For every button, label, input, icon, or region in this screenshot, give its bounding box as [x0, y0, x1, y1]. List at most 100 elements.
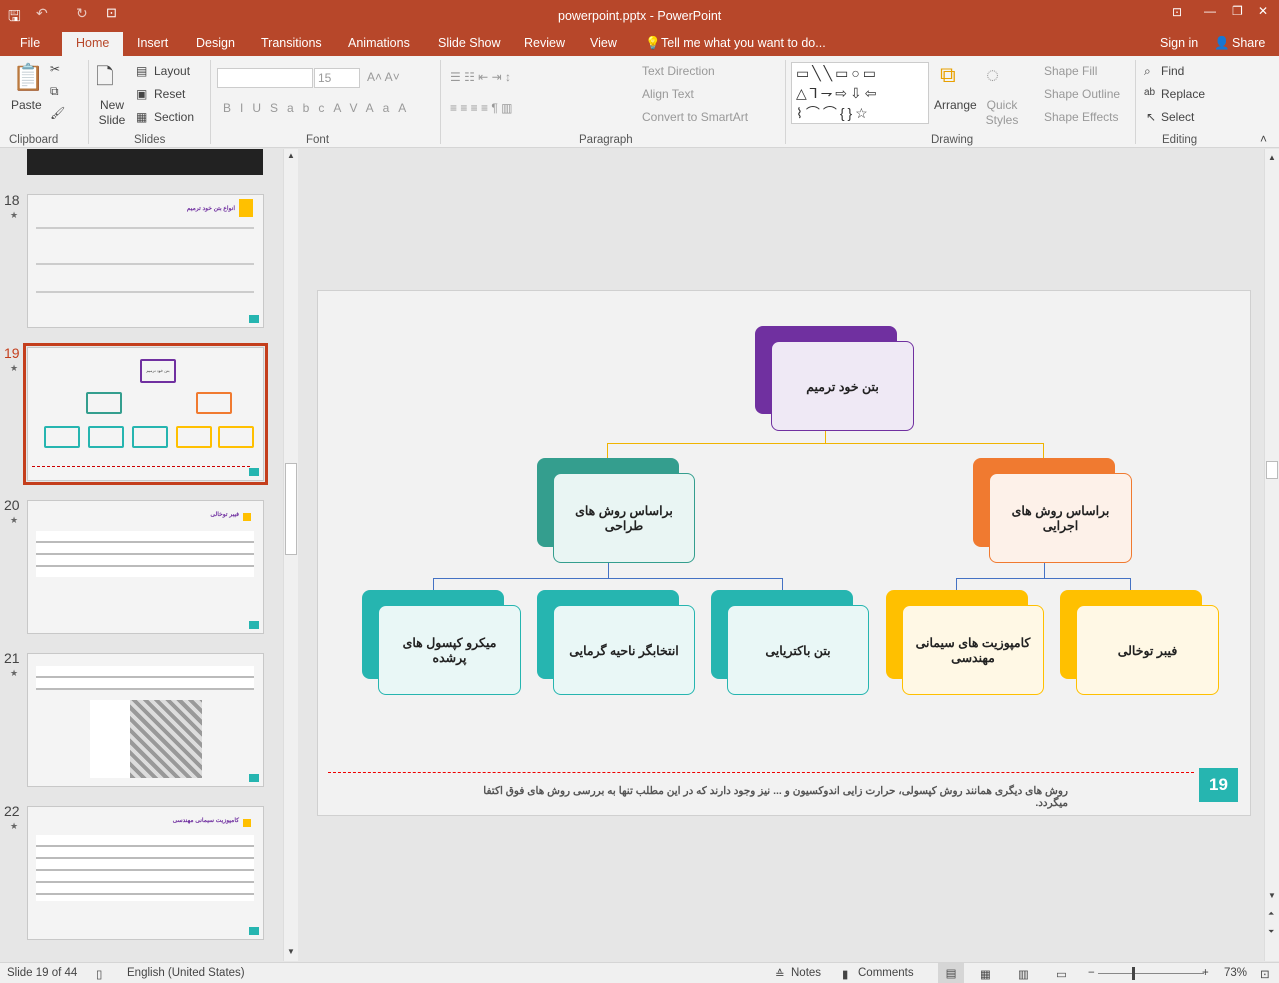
node-thermal-selector[interactable]: انتخابگر ناحیه گرمایی	[553, 605, 695, 695]
slide-canvas[interactable]: بتن خود ترمیم براساس روش های طراحی براسا…	[317, 290, 1251, 816]
collapse-ribbon-icon[interactable]: ˄	[1260, 132, 1267, 146]
node-execution-methods[interactable]: براساس روش های اجرایی	[989, 473, 1132, 563]
copy-icon[interactable]: ⧉	[50, 84, 59, 99]
paste-icon[interactable]: 📋	[12, 62, 44, 93]
slide-scrollbar[interactable]: ▲ ▼ ⏶ ⏷	[1264, 149, 1279, 961]
save-icon[interactable]: 🖫	[8, 6, 21, 31]
ribbon-display-icon[interactable]: ⊡	[1172, 5, 1182, 19]
previous-slide-icon[interactable]: ⏶	[1268, 909, 1274, 919]
shape-effects-button[interactable]: Shape Effects	[1044, 110, 1119, 124]
tab-animations[interactable]: Animations	[348, 36, 410, 50]
replace-button[interactable]: Replace	[1161, 87, 1205, 101]
shape-outline-button[interactable]: Shape Outline	[1044, 87, 1120, 101]
node-microcapsules[interactable]: میکرو کپسول های پرشده	[378, 605, 521, 695]
node-bacterial-concrete[interactable]: بتن باکتریایی	[727, 605, 869, 695]
lightbulb-icon: 💡	[645, 36, 661, 50]
scroll-thumb[interactable]	[1266, 461, 1278, 479]
tab-slideshow[interactable]: Slide Show	[438, 36, 501, 50]
next-slide-icon[interactable]: ⏷	[1268, 927, 1274, 937]
slideshow-icon[interactable]: ▭	[1056, 967, 1067, 981]
minimize-icon[interactable]: —	[1204, 4, 1216, 18]
section-button[interactable]: Section	[154, 110, 194, 124]
layout-button[interactable]: Layout	[154, 64, 190, 78]
tab-review[interactable]: Review	[524, 36, 565, 50]
thumbnail-18[interactable]: انواع بتن خود ترمیم	[27, 194, 264, 328]
arrange-icon[interactable]: ⧉	[940, 62, 956, 88]
font-name-box[interactable]	[217, 68, 313, 88]
font-size-box[interactable]: 15	[314, 68, 360, 88]
format-painter-icon[interactable]: 🖌	[50, 106, 65, 120]
reset-button[interactable]: Reset	[154, 87, 185, 101]
shape-fill-button[interactable]: Shape Fill	[1044, 64, 1097, 78]
zoom-in-icon[interactable]: +	[1202, 967, 1209, 979]
slide-sorter-icon[interactable]: ▦	[980, 967, 991, 981]
scroll-down-icon[interactable]: ▼	[1268, 891, 1276, 900]
select-button[interactable]: Select	[1161, 110, 1194, 124]
select-icon: ↖	[1146, 110, 1157, 124]
thumbnail-17-partial[interactable]	[27, 149, 263, 175]
new-slide-icon[interactable]: 🗋	[96, 60, 114, 98]
zoom-level[interactable]: 73%	[1224, 967, 1247, 979]
find-icon: ⌕	[1144, 64, 1151, 78]
node-hollow-fiber[interactable]: فیبر توخالی	[1076, 605, 1219, 695]
spell-check-icon[interactable]: ▯	[96, 967, 102, 981]
node-root[interactable]: بتن خود ترمیم	[771, 341, 914, 431]
language-indicator[interactable]: English (United States)	[127, 967, 245, 979]
group-paragraph-label: Paragraph	[579, 134, 633, 146]
normal-view-icon[interactable]: ▤	[938, 963, 964, 983]
quick-styles-button[interactable]: Quick Styles	[982, 98, 1022, 128]
scroll-down-icon[interactable]: ▼	[287, 947, 295, 956]
find-button[interactable]: Find	[1161, 64, 1184, 78]
zoom-out-icon[interactable]: −	[1088, 967, 1095, 979]
redo-icon[interactable]: ↻	[76, 5, 88, 22]
scroll-up-icon[interactable]: ▲	[1268, 153, 1276, 162]
node-ecc[interactable]: کامپوزیت های سیمانی مهندسی	[902, 605, 1044, 695]
restore-icon[interactable]: ❐	[1232, 4, 1243, 18]
thumbnail-scrollbar[interactable]: ▲ ▼	[283, 149, 298, 961]
window-title: powerpoint.pptx - PowerPoint	[558, 9, 722, 23]
tab-transitions[interactable]: Transitions	[261, 36, 322, 50]
tell-me-search[interactable]: Tell me what you want to do...	[661, 36, 826, 50]
scroll-up-icon[interactable]: ▲	[287, 151, 295, 160]
paste-button[interactable]: Paste	[11, 98, 42, 112]
reading-view-icon[interactable]: ▥	[1018, 967, 1029, 981]
footnote[interactable]: روش های دیگری همانند روش کپسولی، حرارت ز…	[478, 785, 1068, 809]
zoom-slider-thumb[interactable]	[1132, 967, 1135, 980]
notes-button[interactable]: Notes	[791, 967, 821, 979]
shapes-gallery[interactable]: ▭╲╲▭○▭ △⅂⇁⇨⇩⇦ ⌇⌒⌒{}☆	[791, 62, 929, 124]
arrange-button[interactable]: Arrange	[934, 98, 977, 112]
present-icon[interactable]: ⊡	[106, 5, 117, 21]
align-text-button[interactable]: Align Text	[642, 87, 694, 101]
tab-view[interactable]: View	[590, 36, 617, 50]
quick-styles-icon[interactable]: ◌	[986, 62, 999, 88]
node-design-methods[interactable]: براساس روش های طراحی	[553, 473, 695, 563]
tab-insert[interactable]: Insert	[137, 36, 168, 50]
thumbnail-22[interactable]: کامپوزیت سیمانی مهندسی	[27, 806, 264, 940]
new-slide-button[interactable]: New Slide	[94, 98, 130, 128]
grow-font-icon[interactable]: A˄ A˅	[367, 70, 400, 84]
thumbnail-19-selected[interactable]: بتن خود ترمیم	[23, 343, 268, 485]
convert-smartart-button[interactable]: Convert to SmartArt	[642, 110, 748, 124]
cut-icon[interactable]: ✂	[50, 62, 60, 76]
star-icon: ★	[10, 515, 19, 525]
fit-to-window-icon[interactable]: ⊡	[1260, 967, 1270, 981]
tab-file[interactable]: File	[20, 36, 40, 50]
font-format-buttons[interactable]: BIUSabcAVAaA	[223, 101, 415, 115]
zoom-slider[interactable]	[1098, 973, 1204, 974]
share-button[interactable]: Share	[1232, 36, 1265, 50]
thumbnail-21[interactable]	[27, 653, 264, 787]
list-icons[interactable]: ☰ ☷ ⇤ ⇥ ↕	[450, 70, 511, 84]
tab-design[interactable]: Design	[196, 36, 235, 50]
align-icons[interactable]: ≡ ≡ ≡ ≡ ¶ ▥	[450, 101, 512, 115]
thumb-number: 20	[4, 497, 20, 513]
text-direction-button[interactable]: Text Direction	[642, 64, 715, 78]
notes-icon: ≙	[775, 969, 785, 981]
undo-icon[interactable]: ↶	[36, 5, 48, 22]
tab-home[interactable]: Home	[62, 32, 124, 56]
sign-in-link[interactable]: Sign in	[1160, 36, 1198, 50]
thumbnail-20[interactable]: فیبر توخالی	[27, 500, 264, 634]
comments-button[interactable]: Comments	[858, 967, 914, 979]
scroll-thumb[interactable]	[285, 463, 297, 555]
close-icon[interactable]: ✕	[1258, 4, 1268, 18]
star-icon: ★	[10, 668, 19, 678]
